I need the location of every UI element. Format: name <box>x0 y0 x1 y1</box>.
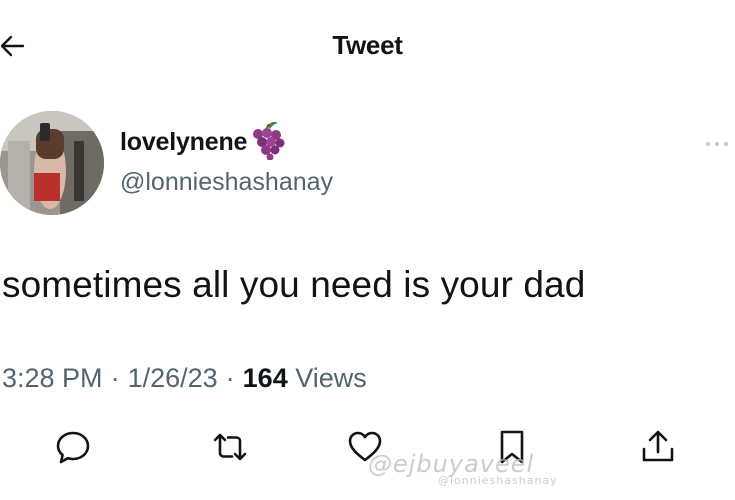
reply-button[interactable] <box>51 425 95 469</box>
separator: · <box>110 363 120 393</box>
page-title: Tweet <box>332 30 403 60</box>
watermark: @ejbuyaveel @lonnieshashanay <box>368 450 598 490</box>
display-name[interactable]: lovelynene <box>120 128 247 157</box>
separator: · <box>225 363 235 393</box>
retweet-icon <box>213 433 247 461</box>
more-icon <box>706 142 728 146</box>
user-handle[interactable]: @lonnieshashanay <box>120 168 333 197</box>
views-label: Views <box>295 363 367 393</box>
tweet-date[interactable]: 1/26/23 <box>128 363 218 393</box>
tweet-meta: 3:28 PM · 1/26/23 · 164 Views <box>2 363 367 394</box>
grapes-icon <box>253 122 285 160</box>
share-icon <box>642 430 674 462</box>
avatar-photo <box>0 111 104 215</box>
views-count[interactable]: 164 <box>243 363 288 393</box>
more-options-button[interactable] <box>704 137 734 151</box>
watermark-sub: @lonnieshashanay <box>438 474 558 487</box>
display-name-row: lovelynene <box>120 122 286 160</box>
top-bar: Tweet <box>0 0 735 92</box>
reply-icon <box>56 431 90 464</box>
retweet-button[interactable] <box>208 425 252 469</box>
share-button[interactable] <box>636 425 680 469</box>
tweet-time[interactable]: 3:28 PM <box>2 363 103 393</box>
tweet-text: sometimes all you need is your dad <box>2 264 586 305</box>
avatar[interactable] <box>0 111 104 215</box>
